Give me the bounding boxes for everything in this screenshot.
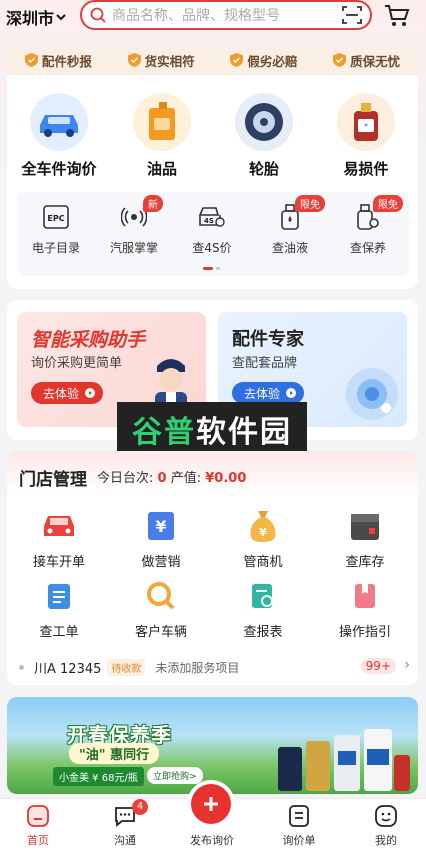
svg-text:EPC: EPC (47, 214, 64, 223)
search-input[interactable]: 商品名称、品牌、规格型号 (112, 5, 342, 25)
expert-subtitle: 查配套品牌 (232, 356, 298, 371)
plus-icon (204, 797, 218, 811)
category-oil[interactable]: 油品 (112, 93, 212, 179)
tool-opportunity[interactable]: ¥ 管商机 (213, 507, 313, 570)
store-stats: 今日台次: 0 产值: ¥0.00 (97, 471, 247, 486)
nav-inquiry-list[interactable]: 询价单 (259, 803, 339, 848)
free-badge: 限免 (295, 195, 325, 212)
license-plate: 川A 12345 (34, 661, 102, 677)
tool-guide[interactable]: 操作指引 (315, 577, 415, 640)
indicator-active (203, 267, 213, 270)
tire-icon (235, 93, 293, 151)
shield-check-icon (333, 53, 347, 67)
spring-maintenance-banner[interactable]: 开春保养季 "油" 惠同行 小金美 ¥ 68元/瓶 立即抢购> (7, 697, 418, 794)
today-count: 0 (157, 471, 167, 486)
profile-icon (373, 803, 399, 829)
nav-profile[interactable]: 我的 (346, 803, 426, 848)
scan-icon[interactable] (342, 5, 362, 25)
nav-home[interactable]: 首页 (0, 803, 78, 848)
category-card: 全车件询价 油品 轮胎 * 易损件 EPC 电子目录 汽服掌掌 新 4S 查4S… (7, 75, 418, 289)
new-badge: 新 (143, 195, 163, 212)
guarantee-item: 质保无忧 (333, 51, 400, 70)
list-doc-icon (286, 803, 312, 829)
chevron-down-icon (56, 14, 66, 21)
svg-text:4S: 4S (204, 217, 214, 225)
banner-price: 小金美 ¥ 68元/瓶 (53, 767, 144, 786)
category-tire[interactable]: 轮胎 (214, 93, 314, 179)
nav-chat[interactable]: 4 沟通 (85, 799, 165, 848)
service-note: 未添加服务项目 (155, 660, 240, 675)
unread-badge: 4 (132, 799, 148, 815)
shield-check-icon (24, 53, 38, 67)
oil-bottles-illustration (278, 729, 410, 791)
watermark: 谷普 软件园 (117, 402, 307, 456)
free-badge: 限免 (373, 195, 403, 212)
report-icon (244, 577, 282, 615)
store-management-card: 门店管理 今日台次: 0 产值: ¥0.00 接车开单 ¥ 做营销 ¥ 管商机 … (7, 451, 418, 685)
car-front-icon (40, 507, 78, 545)
tool-workorder[interactable]: 查工单 (9, 577, 109, 640)
4s-icon: 4S (197, 202, 227, 232)
city-label: 深圳市 (6, 9, 55, 28)
assistant-title: 智能采购助手 (31, 329, 146, 351)
guarantee-bar: 配件秒报 货实相符 假劣必赔 质保无忧 (7, 45, 418, 75)
tool-customer-vehicles[interactable]: 客户车辆 (111, 577, 211, 640)
guarantee-item: 假劣必赔 (230, 51, 297, 70)
category-wear-parts[interactable]: * 易损件 (316, 93, 416, 179)
category-all-parts[interactable]: 全车件询价 (9, 93, 109, 179)
cart-icon[interactable] (384, 4, 410, 32)
epc-icon: EPC (41, 202, 71, 232)
store-title: 门店管理 (19, 470, 87, 490)
search-icon (90, 7, 106, 23)
antifreeze-bottle-icon: * (337, 93, 395, 151)
magnifier-disc-icon (346, 368, 398, 420)
home-icon (25, 803, 51, 829)
svg-text:*: * (364, 122, 368, 131)
guarantee-item: 配件秒报 (24, 51, 92, 70)
bullet-dot (19, 664, 24, 670)
play-arrow-icon (286, 388, 297, 398)
quick-tools-grid: EPC 电子目录 汽服掌掌 新 4S 查4S价 查油液 限免 查保养 限免 (17, 192, 409, 276)
tool-inventory[interactable]: 查库存 (315, 507, 415, 570)
guide-book-icon (346, 577, 384, 615)
status-badge: 待收款 (107, 658, 146, 676)
clipboard-icon (40, 577, 78, 615)
banner-subtitle: "油" 惠同行 (69, 743, 160, 764)
indicator-inactive (216, 267, 220, 270)
car-icon (30, 93, 88, 151)
voucher-icon: ¥ (142, 507, 180, 545)
nav-post-inquiry[interactable]: 发布询价 (172, 829, 252, 848)
search-car-icon (142, 577, 180, 615)
assistant-try-button[interactable]: 去体验 (31, 382, 104, 404)
chevron-right-icon[interactable]: › (404, 657, 410, 673)
page-indicator (203, 267, 220, 270)
tool-4s-price[interactable]: 4S 查4S价 (173, 202, 251, 256)
guarantee-item: 货实相符 (127, 51, 195, 70)
tool-reports[interactable]: 查报表 (213, 577, 313, 640)
search-bar[interactable]: 商品名称、品牌、规格型号 (80, 0, 372, 30)
recent-order-row[interactable]: 川A 12345 待收款 未添加服务项目 99+ › (7, 653, 418, 681)
svg-text:¥: ¥ (155, 517, 166, 536)
revenue-value: ¥0.00 (205, 471, 247, 486)
order-count-badge: 99+ (360, 658, 396, 674)
city-selector[interactable]: 深圳市 (6, 5, 66, 29)
tool-maintenance[interactable]: 查保养 限免 (329, 195, 407, 256)
oil-can-icon (133, 93, 191, 151)
box-icon (346, 507, 384, 545)
svg-text:¥: ¥ (259, 526, 267, 539)
tool-marketing[interactable]: ¥ 做营销 (111, 507, 211, 570)
money-bag-icon: ¥ (244, 507, 282, 545)
tool-fluid[interactable]: 查油液 限免 (251, 195, 329, 256)
tool-qifu[interactable]: 汽服掌掌 新 (95, 195, 173, 256)
expert-title: 配件专家 (232, 329, 304, 350)
shield-check-icon (127, 53, 141, 67)
shield-check-icon (230, 53, 244, 67)
tool-epc[interactable]: EPC 电子目录 (17, 202, 95, 256)
post-inquiry-button[interactable] (191, 784, 231, 824)
expert-try-button[interactable]: 去体验 (232, 382, 305, 404)
assistant-subtitle: 询价采购更简单 (31, 356, 123, 371)
tool-receive-car[interactable]: 接车开单 (9, 507, 109, 570)
banner-cta[interactable]: 立即抢购> (147, 767, 203, 784)
play-arrow-icon (85, 388, 96, 398)
